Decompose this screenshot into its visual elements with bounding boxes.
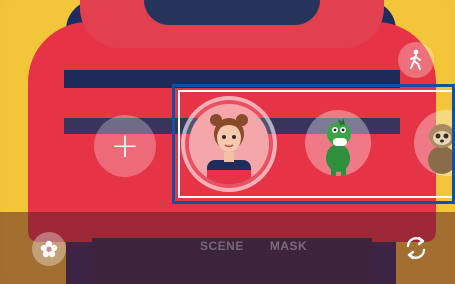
- mode-selector: SCENE MASK: [200, 236, 310, 256]
- avatar-list-highlight: [172, 84, 455, 204]
- avatar-list-highlight-inner: [178, 90, 452, 198]
- rotate-camera-icon: [406, 236, 426, 260]
- ar-emoji-camera-screen: + SCENE MASK: [0, 0, 455, 284]
- sweater-collar: [144, 0, 320, 25]
- add-emoji-button[interactable]: +: [94, 115, 156, 177]
- walking-figure-glyph: [410, 49, 421, 70]
- stickers-button[interactable]: [32, 232, 66, 266]
- flower-sticker-icon: [40, 240, 58, 258]
- walking-figure-icon[interactable]: [398, 42, 434, 78]
- switch-camera-button[interactable]: [396, 228, 436, 268]
- plus-icon: +: [110, 126, 140, 166]
- mode-scene[interactable]: SCENE: [200, 239, 244, 253]
- mode-mask[interactable]: MASK: [270, 239, 307, 253]
